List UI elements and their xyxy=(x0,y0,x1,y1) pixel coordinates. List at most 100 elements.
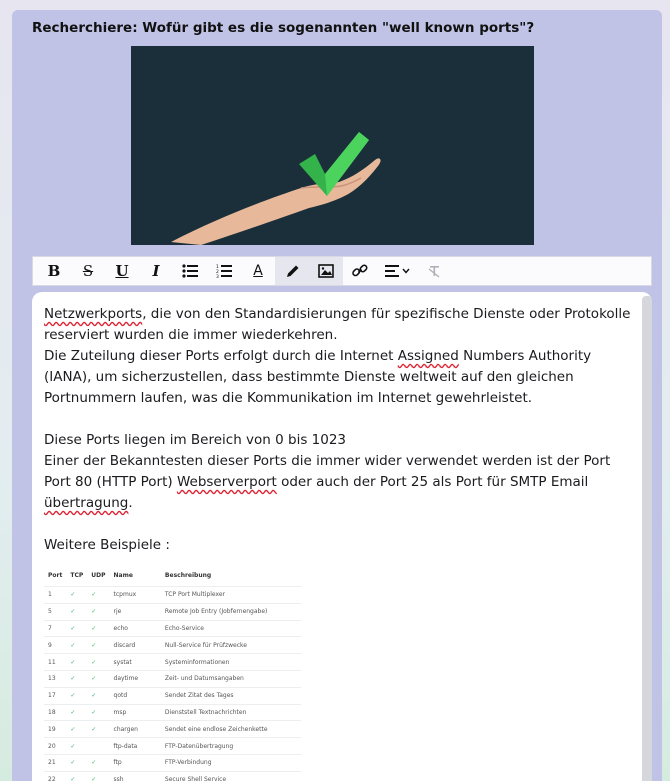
column-header: TCP xyxy=(70,571,84,579)
table-cell-udp: ✓ xyxy=(87,686,110,705)
table-cell-desc: Echo-Service xyxy=(160,619,302,637)
clear-format-button[interactable] xyxy=(417,257,451,285)
table-header-row: Port TCP UDP Name Beschreibung xyxy=(44,570,301,587)
column-header: Name xyxy=(113,571,133,579)
table-cell-tcp: ✓ xyxy=(66,686,88,705)
table-row: 1 ✓ ✓ tcpmux TCP Port Multiplexer xyxy=(44,586,302,604)
table-cell-name: tcpmux xyxy=(109,586,161,604)
table-cell-port: 20 xyxy=(44,737,67,755)
table-cell-port: 7 xyxy=(44,619,67,637)
table-row: 19 ✓ ✓ chargen Sendet eine endlose Zeichenke… xyxy=(44,720,302,738)
align-left-icon xyxy=(384,265,399,277)
question-title: Recherchiere: Wofür gibt es die sogenann… xyxy=(32,20,535,36)
bold-button[interactable]: B xyxy=(37,257,71,285)
table-cell-udp: ✓ xyxy=(87,669,110,688)
table-cell-tcp: ✓ xyxy=(66,636,88,654)
insert-link-button[interactable] xyxy=(343,257,377,285)
table-cell-desc: Remote Job Entry (Jobfernengabe) xyxy=(160,602,302,621)
table-cell-desc: FTP-Verbindung xyxy=(160,753,302,772)
table-cell-tcp: ✓ xyxy=(66,619,88,637)
editor-scrollbar[interactable] xyxy=(642,296,652,781)
column-header: Port xyxy=(48,571,63,579)
text-color-button[interactable]: A xyxy=(241,257,275,285)
table-cell-name: systat xyxy=(109,653,161,671)
table-cell-tcp: ✓ xyxy=(66,770,88,781)
table-row: 5 ✓ ✓ rje Remote Job Entry (Jobfernengabe) xyxy=(44,602,302,621)
table-row: 18 ✓ ✓ msp Dienststell Textnachrichten xyxy=(44,703,302,721)
answer-editor[interactable]: Netzwerkports, die von den Standardisier… xyxy=(32,292,652,781)
table-cell-desc: TCP Port Multiplexer xyxy=(160,586,302,604)
table-row: 13 ✓ ✓ daytime Zeit- und Datumsangaben xyxy=(44,669,302,688)
italic-icon: I xyxy=(152,262,160,280)
misspelled-word: Netzwerkports xyxy=(44,306,143,322)
table-cell-desc: Sendet eine endlose Zeichenkette xyxy=(160,720,302,738)
table-cell-udp: ✓ xyxy=(87,586,110,604)
table-cell-tcp: ✓ xyxy=(66,669,88,688)
bold-icon: B xyxy=(47,262,61,280)
ports-table-image: Port TCP UDP Name Beschreibung 1 ✓ ✓ tcpmux… xyxy=(44,570,302,781)
bullet-list-button[interactable] xyxy=(173,257,207,285)
highlight-button[interactable] xyxy=(275,257,309,285)
link-icon xyxy=(352,264,368,277)
table-cell-desc: Zeit- und Datumsangaben xyxy=(160,669,302,688)
column-header: Beschreibung xyxy=(164,571,212,579)
table-cell-desc: Systeminformationen xyxy=(160,653,302,671)
table-cell-name: ssh xyxy=(109,770,161,781)
underline-button[interactable]: U xyxy=(105,257,139,285)
underline-icon: U xyxy=(115,262,129,280)
table-cell-name: chargen xyxy=(109,720,161,738)
table-cell-udp: ✓ xyxy=(87,770,110,781)
editor-paragraph-5: Weitere Beispiele : xyxy=(44,537,170,553)
table-cell-name: qotd xyxy=(109,686,161,705)
misspelled-word: Webserverport xyxy=(176,474,277,490)
table-cell-desc: Secure Shell Service xyxy=(160,770,302,781)
table-cell-port: 13 xyxy=(44,669,67,688)
table-cell-tcp: ✓ xyxy=(66,737,88,755)
table-cell-udp xyxy=(87,737,110,755)
editor-paragraph-1: Netzwerkports, die von den Standardisier… xyxy=(44,306,635,343)
numbered-list-button[interactable]: 123 xyxy=(207,257,241,285)
misspelled-word: übertragung xyxy=(44,495,129,511)
table-cell-port: 11 xyxy=(44,653,67,671)
table-cell-port: 9 xyxy=(44,636,67,654)
table-cell-tcp: ✓ xyxy=(66,653,88,671)
table-cell-port: 21 xyxy=(44,753,67,772)
table-cell-desc: Null-Service für Prüfzwecke xyxy=(160,636,302,654)
table-cell-port: 5 xyxy=(44,602,67,621)
table-cell-udp: ✓ xyxy=(87,720,110,738)
numbered-list-icon: 123 xyxy=(216,264,232,278)
table-cell-tcp: ✓ xyxy=(66,703,88,721)
table-cell-desc: Dienststell Textnachrichten xyxy=(160,703,302,721)
table-cell-port: 19 xyxy=(44,720,67,738)
table-cell-name: ftp-data xyxy=(109,737,161,755)
table-row: 17 ✓ ✓ qotd Sendet Zitat des Tages xyxy=(44,686,302,705)
table-cell-name: daytime xyxy=(109,669,161,688)
table-cell-name: rje xyxy=(109,602,161,621)
table-cell-udp: ✓ xyxy=(87,602,110,621)
table-cell-port: 22 xyxy=(44,770,67,781)
table-cell-udp: ✓ xyxy=(87,753,110,772)
italic-button[interactable]: I xyxy=(139,257,173,285)
table-cell-udp: ✓ xyxy=(87,619,110,637)
table-cell-port: 1 xyxy=(44,586,67,604)
strikethrough-icon: S xyxy=(82,262,94,280)
question-card: Recherchiere: Wofür gibt es die sogenann… xyxy=(12,10,662,781)
table-cell-port: 18 xyxy=(44,703,67,721)
align-dropdown-button[interactable] xyxy=(377,257,417,285)
misspelled-word: Assigned xyxy=(397,348,459,364)
strikethrough-button[interactable]: S xyxy=(71,257,105,285)
svg-text:3: 3 xyxy=(216,274,219,278)
checkmark-hand-illustration xyxy=(131,46,534,245)
table-cell-desc: FTP-Datenübertragung xyxy=(160,737,302,755)
editor-paragraph-2: Die Zuteilung dieser Ports erfolgt durch… xyxy=(44,348,596,406)
chevron-down-icon xyxy=(401,268,410,274)
table-cell-tcp: ✓ xyxy=(66,602,88,621)
table-cell-name: discard xyxy=(109,636,161,654)
table-cell-name: msp xyxy=(109,703,161,721)
table-cell-name: ftp xyxy=(109,753,161,772)
table-cell-name: echo xyxy=(109,619,161,637)
table-row: 21 ✓ ✓ ftp FTP-Verbindung xyxy=(44,753,302,772)
insert-image-button[interactable] xyxy=(309,257,343,285)
table-cell-tcp: ✓ xyxy=(66,753,88,772)
table-row: 9 ✓ ✓ discard Null-Service für Prüfzwecke xyxy=(44,636,302,654)
